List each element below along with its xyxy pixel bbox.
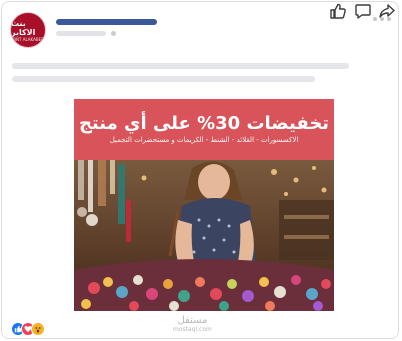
post-image[interactable]: تخفيضات 30% على أي منتج الاكسسورات - الق… [74, 99, 334, 311]
comment-button[interactable] [354, 2, 372, 20]
comment-icon [355, 4, 371, 19]
watermark: مستقل mostaql.com [173, 315, 212, 334]
watermark-url: mostaql.com [173, 326, 212, 333]
wow-reaction-icon [31, 322, 45, 336]
avatar-logo-subtext: BINT ALAKABER [12, 36, 44, 42]
post-text-line-2 [12, 76, 315, 82]
share-icon [379, 4, 395, 18]
share-button[interactable] [378, 2, 396, 20]
avatar-logo-text: بنت الاكابر [11, 18, 36, 37]
page-name-placeholder[interactable] [56, 19, 157, 25]
ad-subline: الاكسسورات - القلائد - الشنط - الكريمات … [109, 136, 299, 144]
ad-headline: تخفيضات 30% على أي منتج [78, 113, 330, 134]
post-time-placeholder[interactable] [56, 31, 106, 36]
like-icon [330, 3, 346, 19]
post-text-line-1 [12, 63, 349, 69]
privacy-icon [111, 31, 116, 36]
ad-banner: تخفيضات 30% على أي منتج الاكسسورات - الق… [74, 99, 334, 160]
jewelry-stall-photo [74, 160, 334, 311]
reaction-summary[interactable] [11, 322, 45, 336]
post-card: بنت الاكابر BINT ALAKABER تخفيضات 30% عل… [1, 1, 399, 339]
like-button[interactable] [329, 2, 347, 20]
watermark-brand: مستقل [177, 315, 208, 326]
page-avatar[interactable]: بنت الاكابر BINT ALAKABER [10, 12, 46, 48]
